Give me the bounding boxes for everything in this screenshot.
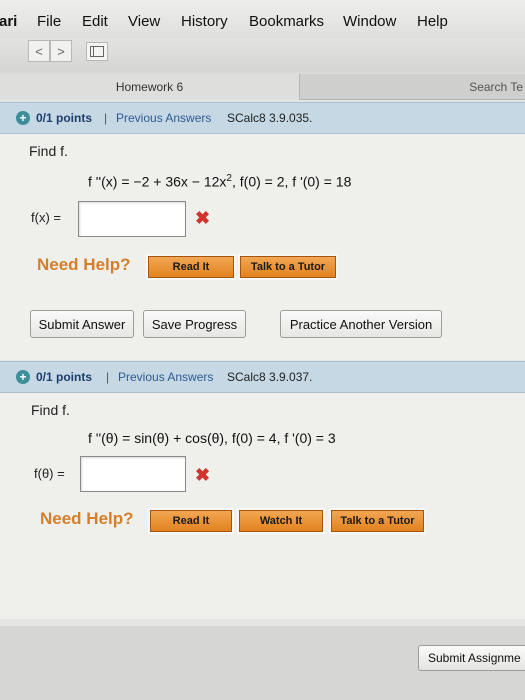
read-it-button[interactable]: Read It bbox=[146, 254, 236, 280]
tab-search[interactable]: Search Te bbox=[300, 74, 525, 100]
menu-edit[interactable]: Edit bbox=[82, 13, 108, 30]
watch-it-button[interactable]: Watch It bbox=[237, 508, 325, 534]
incorrect-x-icon: ✖ bbox=[195, 208, 211, 228]
answer-input[interactable] bbox=[78, 201, 186, 237]
question-source: SCalc8 3.9.035. bbox=[227, 111, 313, 125]
practice-another-version-button[interactable]: Practice Another Version bbox=[280, 310, 442, 338]
equation-conditions: , f(0) = 2, f '(0) = 18 bbox=[231, 173, 352, 190]
sidebar-icon-divider bbox=[93, 46, 94, 57]
need-help-label: Need Help? bbox=[40, 509, 134, 528]
forward-button[interactable]: > bbox=[50, 40, 72, 62]
previous-answers-link[interactable]: Previous Answers bbox=[118, 370, 213, 384]
back-button[interactable]: < bbox=[28, 40, 50, 62]
separator: | bbox=[104, 111, 108, 125]
question-header: + 0/1 points | Previous Answers SCalc8 3… bbox=[0, 102, 525, 134]
talk-to-tutor-button[interactable]: Talk to a Tutor bbox=[329, 508, 426, 534]
question-prompt: Find f. bbox=[29, 143, 68, 159]
browser-toolbar bbox=[0, 38, 525, 72]
chevron-left-icon: < bbox=[35, 43, 43, 59]
sidebar-toggle-button[interactable] bbox=[86, 42, 108, 61]
need-help-label: Need Help? bbox=[37, 255, 131, 274]
previous-answers-link[interactable]: Previous Answers bbox=[116, 111, 211, 125]
menu-help[interactable]: Help bbox=[417, 13, 448, 30]
question-prompt: Find f. bbox=[31, 402, 70, 418]
question-body bbox=[0, 393, 525, 619]
answer-label: f(x) = bbox=[31, 210, 61, 225]
plus-circle-icon[interactable]: + bbox=[16, 370, 30, 384]
answer-label: f(θ) = bbox=[34, 466, 65, 481]
plus-circle-icon[interactable]: + bbox=[16, 111, 30, 125]
separator: | bbox=[106, 370, 110, 384]
question-header: + 0/1 points | Previous Answers SCalc8 3… bbox=[0, 361, 525, 393]
question-equation: f ''(x) = −2 + 36x − 12x2, f(0) = 2, f '… bbox=[88, 173, 351, 190]
menu-app-name[interactable]: ari bbox=[0, 13, 17, 30]
submit-assignment-button[interactable]: Submit Assignme bbox=[418, 645, 525, 671]
save-progress-button[interactable]: Save Progress bbox=[143, 310, 246, 338]
points-label: 0/1 points bbox=[36, 111, 93, 125]
read-it-button[interactable]: Read It bbox=[148, 508, 234, 534]
points-label: 0/1 points bbox=[36, 370, 93, 384]
menu-file[interactable]: File bbox=[37, 13, 61, 30]
question-equation: f ''(θ) = sin(θ) + cos(θ), f(0) = 4, f '… bbox=[88, 430, 336, 446]
chevron-right-icon: > bbox=[57, 43, 65, 59]
tab-homework[interactable]: Homework 6 bbox=[0, 74, 300, 100]
question-source: SCalc8 3.9.037. bbox=[227, 370, 313, 384]
equation-main: f ''(x) = −2 + 36x − 12x bbox=[88, 173, 227, 190]
submit-answer-button[interactable]: Submit Answer bbox=[30, 310, 134, 338]
incorrect-x-icon: ✖ bbox=[195, 465, 211, 485]
talk-to-tutor-button[interactable]: Talk to a Tutor bbox=[238, 254, 338, 280]
menu-view[interactable]: View bbox=[128, 13, 160, 30]
menu-window[interactable]: Window bbox=[343, 13, 396, 30]
menu-bookmarks[interactable]: Bookmarks bbox=[249, 13, 324, 30]
answer-input[interactable] bbox=[80, 456, 186, 492]
menu-history[interactable]: History bbox=[181, 13, 228, 30]
